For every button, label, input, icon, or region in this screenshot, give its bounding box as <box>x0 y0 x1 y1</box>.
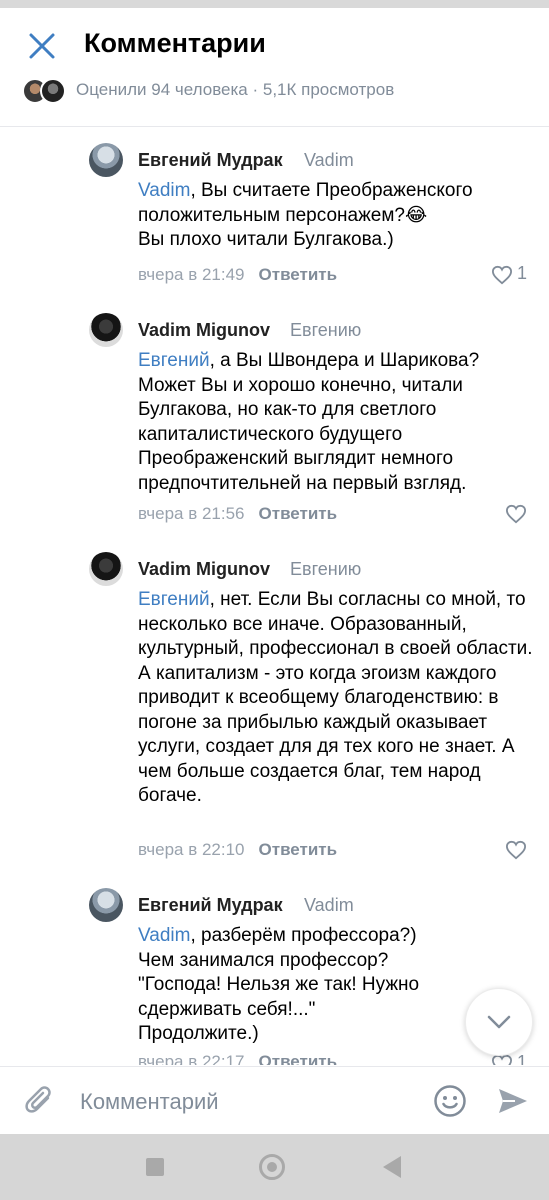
chevron-down-icon <box>487 1015 511 1029</box>
heart-icon <box>505 840 527 860</box>
paperclip-icon <box>25 1086 51 1113</box>
comment-text-line: "Господа! Нельзя же так! Нужно сдерживат… <box>138 974 420 1020</box>
mention-link[interactable]: Vadim <box>138 180 190 201</box>
comment-author[interactable]: Евгений Мудрак <box>138 150 283 171</box>
comment-text-line: , а Вы Швондера и Шарикова? <box>209 350 480 371</box>
comment-text-line: Может Вы и хорошо конечно, читали Булгак… <box>138 374 467 494</box>
comment-footer: вчера в 21:49 Ответить <box>138 265 337 285</box>
comment-time: вчера в 21:49 <box>138 265 245 284</box>
reply-button[interactable]: Ответить <box>259 1052 338 1065</box>
page-title: Комментарии <box>84 28 266 58</box>
reply-button[interactable]: Ответить <box>259 840 338 859</box>
like-count: 1 <box>516 1052 527 1065</box>
send-icon <box>499 1089 527 1113</box>
comment-text-line: Продолжите.) <box>138 1023 259 1044</box>
like-count: 1 <box>516 263 527 283</box>
mention-link[interactable]: Евгений <box>138 589 210 610</box>
comment-text: Евгений, а Вы Швондера и Шарикова? Может… <box>138 349 533 496</box>
attach-button[interactable] <box>24 1084 56 1123</box>
home-button[interactable] <box>259 1154 285 1180</box>
comment-footer: вчера в 22:10 Ответить <box>138 840 337 860</box>
likes-views-summary[interactable]: Оценили 94 человека · 5,1К просмотров <box>76 80 394 100</box>
avatar[interactable] <box>89 552 123 586</box>
liked-avatars[interactable] <box>22 78 68 104</box>
comment-author[interactable]: Евгений Мудрак <box>138 895 283 916</box>
like-button[interactable] <box>501 502 541 526</box>
comment-text-line: Чем занимался профессор? <box>138 949 389 971</box>
recents-button[interactable] <box>146 1158 164 1176</box>
comment-time: вчера в 21:56 <box>138 504 245 523</box>
comment-reply-to: Vadim <box>304 150 354 170</box>
comment-footer: вчера в 21:56 Ответить <box>138 504 337 524</box>
emoji-button[interactable] <box>433 1084 467 1123</box>
smile-icon <box>434 1085 466 1117</box>
comment-text: Vadim, разберём профессора?) Чем занимал… <box>138 924 468 1047</box>
comment-reply-to: Vadim <box>304 895 354 915</box>
heart-icon <box>505 504 527 524</box>
comment-text-line: , Вы считаете Преображенского <box>190 180 473 201</box>
comment-text-line: , разберём профессора?) <box>190 925 417 946</box>
header: Комментарии Оценили 94 человека · 5,1К п… <box>0 8 549 127</box>
comment-time: вчера в 22:17 <box>138 1052 245 1065</box>
comment-text-line: положительным персонажем?😂 <box>138 204 428 226</box>
send-button[interactable] <box>497 1086 529 1121</box>
comment-author[interactable]: Vadim Migunov <box>138 559 270 580</box>
like-button[interactable] <box>501 838 541 862</box>
comment-text-line: Вы плохо читали Булгакова.) <box>138 229 394 250</box>
comments-list[interactable]: Евгений Мудрак Vadim Vadim, Вы считаете … <box>0 127 549 1065</box>
comment-reply-to: Евгению <box>290 320 362 340</box>
comment-text-line: со мной, то несколько все иначе. Образов… <box>138 589 533 806</box>
avatar[interactable] <box>89 313 123 347</box>
avatar[interactable] <box>89 888 123 922</box>
comment-composer: Комментарий <box>0 1066 549 1135</box>
back-button[interactable] <box>383 1156 401 1178</box>
close-icon <box>29 33 55 59</box>
avatar <box>40 78 66 104</box>
reply-button[interactable]: Ответить <box>259 265 338 284</box>
comment-reply-to: Евгению <box>290 559 362 579</box>
comment-text: Vadim, Вы считаете Преображенского полож… <box>138 179 533 253</box>
mention-link[interactable]: Евгений <box>138 350 210 371</box>
like-button[interactable]: 1 <box>487 263 527 287</box>
comment-text: Евгений, нет. Если Вы согласны со мной, … <box>138 588 533 809</box>
heart-icon <box>491 265 513 285</box>
reply-button[interactable]: Ответить <box>259 504 338 523</box>
comment-time: вчера в 22:10 <box>138 840 245 859</box>
system-nav-bar <box>0 1134 549 1200</box>
scroll-down-button[interactable] <box>465 988 533 1056</box>
comment-footer: вчера в 22:17 Ответить <box>138 1052 337 1065</box>
avatar[interactable] <box>89 143 123 177</box>
comment-text-line: , нет. Если Вы согласны <box>209 589 421 610</box>
close-button[interactable] <box>22 26 62 66</box>
status-bar <box>0 0 549 8</box>
mention-link[interactable]: Vadim <box>138 925 190 946</box>
comment-input[interactable]: Комментарий <box>80 1089 219 1115</box>
comment-author[interactable]: Vadim Migunov <box>138 320 270 341</box>
